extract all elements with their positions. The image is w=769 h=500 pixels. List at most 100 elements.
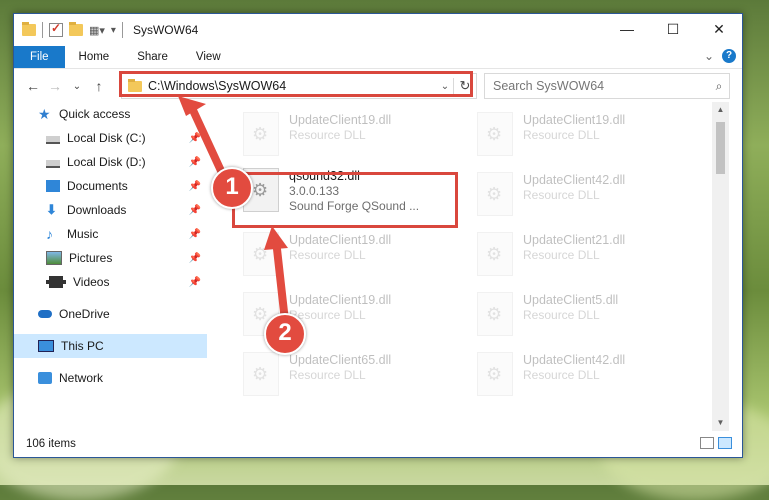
forward-button[interactable]: → <box>44 78 66 94</box>
pin-icon: 📌 <box>188 228 201 240</box>
file-type: Resource DLL <box>289 308 366 322</box>
onedrive-icon <box>38 310 52 318</box>
sidebar-item-videos[interactable]: Videos 📌 <box>14 270 207 294</box>
file-item[interactable]: UpdateClient5.dllResource DLL <box>477 292 707 342</box>
toolbar-dropdown-icon[interactable]: ▾ <box>111 25 116 36</box>
navigation-pane: ★ Quick access Local Disk (C:) 📌 Local D… <box>14 102 207 431</box>
pin-icon: 📌 <box>188 180 201 192</box>
file-name: UpdateClient21.dll <box>523 233 626 247</box>
file-item[interactable]: UpdateClient19.dllResource DLL <box>243 112 473 162</box>
sidebar-item-label: Music <box>67 227 99 241</box>
sidebar-item-label: Local Disk (D:) <box>67 155 146 169</box>
sidebar-item-pictures[interactable]: Pictures 📌 <box>14 246 207 270</box>
step-2-badge: 2 <box>264 313 306 355</box>
file-item[interactable]: UpdateClient19.dllResource DLL <box>243 232 473 282</box>
expand-ribbon-icon[interactable]: ⌄ <box>704 49 714 63</box>
sidebar-item-label: Documents <box>67 179 128 193</box>
minimize-button[interactable]: — <box>604 14 650 44</box>
dll-file-icon <box>477 172 513 216</box>
dll-file-icon <box>477 352 513 396</box>
dll-file-icon <box>477 112 513 156</box>
explorer-window: ▦▾ ▾ SysWOW64 — ☐ ✕ File Home Share View… <box>13 13 743 458</box>
scroll-thumb[interactable] <box>716 122 725 174</box>
dll-file-icon <box>477 232 513 276</box>
downloads-icon: ⬇ <box>46 202 57 217</box>
sidebar-item-label: Quick access <box>59 107 131 121</box>
dll-file-icon <box>477 292 513 336</box>
view-buttons <box>700 437 732 449</box>
pin-icon: 📌 <box>188 156 201 168</box>
scroll-up-arrow[interactable]: ▲ <box>712 102 729 118</box>
tab-file[interactable]: File <box>14 46 65 68</box>
file-type: Resource DLL <box>523 188 600 202</box>
sidebar-item-network[interactable]: Network <box>14 366 207 390</box>
tab-view[interactable]: View <box>182 46 235 68</box>
back-button[interactable]: ← <box>22 78 44 94</box>
maximize-button[interactable]: ☐ <box>650 14 696 44</box>
sidebar-item-quick-access[interactable]: ★ Quick access <box>14 102 207 126</box>
sidebar-item-local-disk-d[interactable]: Local Disk (D:) 📌 <box>14 150 207 174</box>
address-path[interactable]: C:\Windows\SysWOW64 <box>148 79 437 93</box>
properties-icon[interactable] <box>49 21 63 37</box>
dll-file-icon <box>243 112 279 156</box>
tab-home[interactable]: Home <box>65 46 124 68</box>
status-bar: 106 items <box>14 431 742 457</box>
music-icon: ♪ <box>46 226 53 242</box>
up-button[interactable]: ↑ <box>88 78 110 94</box>
ribbon-right: ⌄ ? <box>704 49 736 63</box>
sidebar-item-onedrive[interactable]: OneDrive <box>14 302 207 326</box>
sidebar-item-local-disk-c[interactable]: Local Disk (C:) 📌 <box>14 126 207 150</box>
file-type: Resource DLL <box>523 368 600 382</box>
window-title: SysWOW64 <box>132 23 199 37</box>
new-folder-icon[interactable] <box>69 22 83 36</box>
tiles-view-icon[interactable] <box>718 437 732 449</box>
vertical-scrollbar[interactable]: ▲ ▼ <box>712 102 729 431</box>
folder-icon <box>128 78 142 92</box>
customize-toolbar-icon[interactable]: ▦▾ <box>89 24 105 37</box>
file-type: Resource DLL <box>523 248 600 262</box>
sidebar-item-label: Pictures <box>69 251 113 265</box>
help-icon[interactable]: ? <box>722 49 736 63</box>
file-type: Resource DLL <box>289 248 366 262</box>
divider <box>121 22 123 38</box>
sidebar-item-this-pc[interactable]: This PC <box>14 334 207 358</box>
sidebar-item-music[interactable]: ♪ Music 📌 <box>14 222 207 246</box>
network-icon <box>38 372 52 384</box>
file-type: Resource DLL <box>289 368 366 382</box>
scroll-down-arrow[interactable]: ▼ <box>712 415 729 431</box>
sidebar-item-label: This PC <box>61 339 104 353</box>
step-1-badge: 1 <box>211 167 253 209</box>
videos-icon <box>46 276 66 288</box>
documents-icon <box>46 180 60 192</box>
search-box[interactable]: ⌕ <box>484 73 730 99</box>
item-count: 106 items <box>26 438 76 450</box>
file-item[interactable]: UpdateClient21.dllResource DLL <box>477 232 707 282</box>
file-list: UpdateClient19.dllResource DLL UpdateCli… <box>207 102 729 431</box>
refresh-button[interactable]: ↻ <box>453 78 476 94</box>
file-item[interactable]: UpdateClient19.dllResource DLL <box>477 112 707 162</box>
file-name: UpdateClient19.dll <box>289 233 392 247</box>
file-name: UpdateClient65.dll <box>289 353 392 367</box>
drive-icon <box>46 136 60 144</box>
file-item[interactable]: UpdateClient42.dllResource DLL <box>477 172 707 222</box>
computer-icon <box>38 340 54 352</box>
pin-icon: 📌 <box>188 252 201 264</box>
file-item[interactable]: UpdateClient65.dllResource DLL <box>243 352 473 402</box>
window-controls: — ☐ ✕ <box>604 14 742 44</box>
close-button[interactable]: ✕ <box>696 14 742 44</box>
file-name: UpdateClient19.dll <box>289 293 392 307</box>
file-item[interactable]: UpdateClient42.dllResource DLL <box>477 352 707 402</box>
tab-share[interactable]: Share <box>123 46 182 68</box>
file-type: Resource DLL <box>523 128 600 142</box>
dll-file-icon <box>243 352 279 396</box>
recent-locations-button[interactable]: ⌄ <box>66 81 88 92</box>
drive-icon <box>46 160 60 168</box>
search-input[interactable] <box>485 78 709 94</box>
folder-icon[interactable] <box>22 22 36 36</box>
details-view-icon[interactable] <box>700 437 714 449</box>
sidebar-item-documents[interactable]: Documents 📌 <box>14 174 207 198</box>
search-icon[interactable]: ⌕ <box>709 79 729 94</box>
address-dropdown-icon[interactable]: ⌄ <box>437 81 453 92</box>
address-bar[interactable]: C:\Windows\SysWOW64 ⌄ ↻ <box>121 73 477 99</box>
sidebar-item-downloads[interactable]: ⬇ Downloads 📌 <box>14 198 207 222</box>
